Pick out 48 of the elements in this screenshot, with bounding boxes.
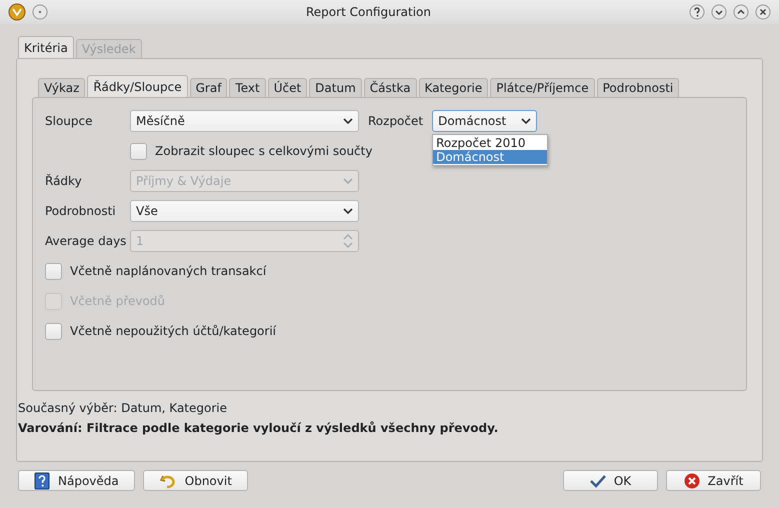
close-icon [684, 472, 700, 488]
checkbox[interactable] [45, 262, 62, 280]
close-icon[interactable] [755, 4, 771, 20]
tab[interactable]: Podrobnosti [596, 78, 680, 97]
field-label: Average days [45, 234, 128, 248]
dialog-button[interactable]: Nápověda [18, 470, 135, 491]
chevron-down-icon [343, 118, 353, 124]
budget-dropdown[interactable]: Domácnost [432, 110, 538, 132]
tab[interactable]: Kategorie [418, 78, 488, 97]
field-label: Rozpočet [368, 114, 424, 128]
checkbox-label: Včetně nepoužitých účtů/kategorií [70, 324, 276, 338]
field-label: Řádky [45, 174, 83, 188]
tab[interactable]: Kritéria [18, 36, 74, 58]
tab[interactable]: Datum [309, 78, 362, 97]
spin-arrows-icon [343, 234, 353, 248]
app-logo-icon [8, 3, 26, 21]
minimize-icon[interactable] [711, 4, 727, 20]
checkmark-icon [590, 474, 606, 488]
field-label: Sloupce [45, 114, 94, 128]
checkbox[interactable] [130, 142, 147, 160]
dropdown[interactable]: Vše [130, 200, 359, 222]
field-label: Podrobnosti [45, 204, 117, 218]
chevron-down-icon [521, 118, 532, 124]
window-title: Report Configuration [305, 5, 432, 19]
dialog-button[interactable]: Obnovit [142, 470, 248, 491]
checkbox-label: Zobrazit sloupec s celkovými součty [155, 144, 372, 158]
tab[interactable]: Řádky/Sloupce [87, 75, 188, 97]
tab[interactable]: Výkaz [38, 78, 86, 97]
warning-text: Varování: Filtrace podle kategorie vyloučí z výsledků všechny převody. [18, 421, 500, 435]
tab[interactable]: Graf [190, 78, 228, 97]
checkbox-label: Včetně naplánovaných transakcí [70, 264, 266, 278]
dialog-button[interactable]: Zavřít [666, 470, 761, 491]
tab[interactable]: Plátce/Příjemce [490, 78, 595, 97]
checkbox[interactable] [45, 322, 62, 340]
dropdown-option[interactable]: Rozpočet 2010 [433, 136, 548, 150]
maximize-icon[interactable] [733, 4, 749, 20]
help-icon[interactable] [689, 4, 705, 20]
help-book-icon [34, 472, 50, 490]
tab[interactable]: Částka [364, 78, 417, 97]
tab[interactable]: Účet [268, 78, 308, 97]
chevron-down-icon [343, 208, 353, 214]
selection-text: Současný výběr: Datum, Kategorie [18, 401, 228, 415]
dialog-button[interactable]: OK [563, 470, 658, 491]
pin-icon[interactable] [32, 4, 48, 20]
dropdown-option[interactable]: Domácnost [433, 150, 548, 164]
columns-dropdown[interactable]: Měsíčně [130, 110, 359, 132]
tab[interactable]: Text [229, 78, 266, 97]
chevron-down-icon [343, 178, 353, 184]
